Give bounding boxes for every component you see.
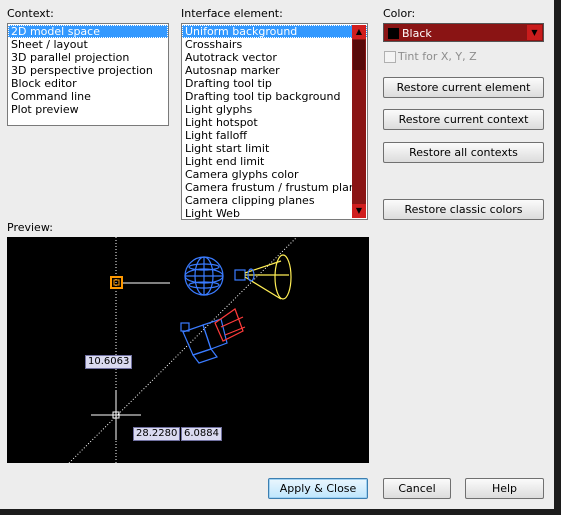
dimension-tooltip-vertical: 10.6063 (85, 355, 133, 369)
interface-element-scrollbar[interactable]: ▲ ▼ (352, 25, 366, 218)
context-list-item[interactable]: Plot preview (8, 103, 168, 116)
interface-element-listbox[interactable]: Uniform background Crosshairs Autotrack ve… (181, 23, 368, 220)
dimension-tooltip-y: 6.0884 (181, 427, 222, 441)
context-label: Context: (7, 7, 54, 20)
context-list-item[interactable]: Sheet / layout (8, 38, 168, 51)
scroll-thumb[interactable] (353, 40, 365, 70)
spotlight-glyph-icon (234, 254, 292, 300)
color-swatch (388, 28, 399, 39)
interface-element-list-item[interactable]: Light hotspot (182, 116, 367, 129)
chevron-down-icon[interactable]: ▼ (527, 25, 542, 40)
color-label: Color: (383, 7, 416, 20)
interface-element-list-item[interactable]: Drafting tool tip (182, 77, 367, 90)
preview-canvas: 10.6063 28.2280 6.0884 (7, 237, 369, 463)
context-list-item[interactable]: 2D model space (8, 25, 168, 38)
apply-close-button[interactable]: Apply & Close (268, 478, 368, 499)
color-value: Black (402, 27, 432, 40)
context-list-item[interactable]: 3D perspective projection (8, 64, 168, 77)
interface-element-list-item[interactable]: Camera glyphs color (182, 168, 367, 181)
interface-element-list-item[interactable]: Autosnap marker (182, 64, 367, 77)
restore-all-contexts-button[interactable]: Restore all contexts (383, 142, 544, 163)
context-list-item[interactable]: 3D parallel projection (8, 51, 168, 64)
scroll-down-arrow-icon[interactable]: ▼ (352, 204, 366, 218)
interface-element-list-item[interactable]: Uniform background (182, 25, 367, 38)
interface-element-list-item[interactable]: Light end limit (182, 155, 367, 168)
help-button[interactable]: Help (465, 478, 544, 499)
context-listbox[interactable]: 2D model space Sheet / layout 3D parallel … (7, 23, 169, 126)
interface-element-list-item[interactable]: Drafting tool tip background (182, 90, 367, 103)
interface-element-list-item[interactable]: Light falloff (182, 129, 367, 142)
interface-element-list-item[interactable]: Light start limit (182, 142, 367, 155)
color-dropdown[interactable]: Black ▼ (383, 23, 544, 42)
restore-classic-colors-button[interactable]: Restore classic colors (383, 199, 544, 220)
window-right-border (554, 0, 561, 515)
scroll-up-arrow-icon[interactable]: ▲ (352, 25, 366, 39)
interface-element-list-item[interactable]: Light glyphs (182, 103, 367, 116)
interface-element-label: Interface element: (181, 7, 283, 20)
cancel-button[interactable]: Cancel (383, 478, 451, 499)
restore-current-element-button[interactable]: Restore current element (383, 77, 544, 98)
camera-glyph-icon (180, 308, 246, 364)
tint-checkbox[interactable] (384, 51, 396, 63)
window-bottom-border (0, 509, 561, 515)
light-glyph-sphere-icon (184, 256, 224, 296)
context-list-item[interactable]: Command line (8, 90, 168, 103)
dimension-tooltip-x: 28.2280 (133, 427, 181, 441)
tint-label: Tint for X, Y, Z (398, 50, 477, 63)
interface-element-list-item[interactable]: Crosshairs (182, 38, 367, 51)
interface-element-list-item[interactable]: Camera clipping planes (182, 194, 367, 207)
restore-current-context-button[interactable]: Restore current context (383, 109, 544, 130)
interface-element-list-item[interactable]: Camera frustum / frustum plane (182, 181, 367, 194)
interface-element-list-item[interactable]: Autotrack vector (182, 51, 367, 64)
context-list-item[interactable]: Block editor (8, 77, 168, 90)
interface-element-list-item[interactable]: Light Web (182, 207, 367, 219)
preview-label: Preview: (7, 221, 53, 234)
